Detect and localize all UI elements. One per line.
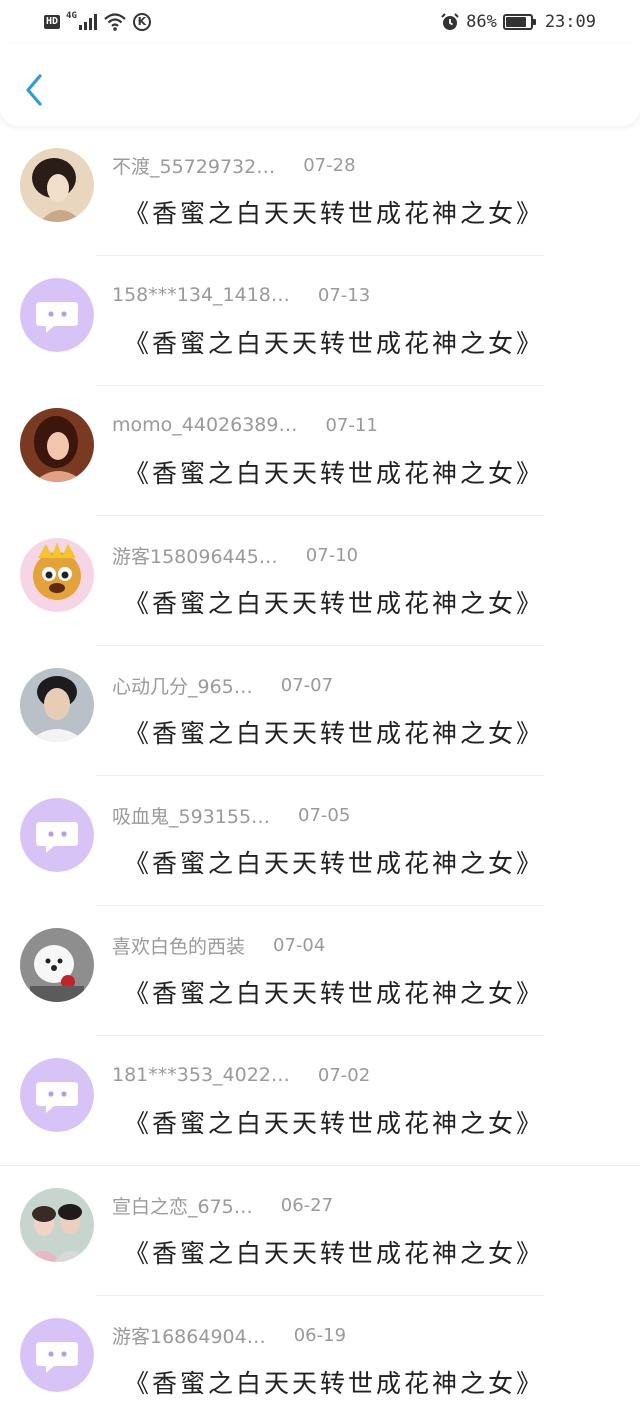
comment-item[interactable]: 158***134_1418… 07-13 《香蜜之白天天转世成花神之女》 xyxy=(0,256,640,386)
status-right: 86% 23:09 xyxy=(440,9,596,35)
comment-item[interactable]: momo_44026389… 07-11 《香蜜之白天天转世成花神之女》 xyxy=(0,386,640,516)
comment-text: 《香蜜之白天天转世成花神之女》 xyxy=(124,719,545,748)
avatar[interactable] xyxy=(20,538,94,612)
signal-icon xyxy=(78,14,97,30)
comment-item[interactable]: 游客158096445… 07-10 《香蜜之白天天转世成花神之女》 xyxy=(0,516,640,646)
chevron-left-icon xyxy=(26,74,42,106)
comment-meta: 不渡_55729732… 07-28 xyxy=(112,152,356,178)
avatar[interactable] xyxy=(20,1318,94,1392)
user-photo xyxy=(20,668,94,742)
comment-item[interactable]: 181***353_4022… 07-02 《香蜜之白天天转世成花神之女》 xyxy=(0,1036,640,1166)
username[interactable]: 喜欢白色的西装 xyxy=(112,932,245,959)
clock: 23:09 xyxy=(544,12,596,32)
username[interactable]: 不渡_55729732… xyxy=(112,152,275,179)
comment-date: 07-11 xyxy=(325,414,378,436)
comment-meta: 游客158096445… 07-10 xyxy=(112,542,358,568)
username[interactable]: 心动几分_965… xyxy=(112,672,253,699)
comment-meta: 游客16864904… 06-19 xyxy=(112,1322,346,1348)
wifi-icon xyxy=(104,13,126,31)
avatar[interactable] xyxy=(20,278,94,352)
comment-text: 《香蜜之白天天转世成花神之女》 xyxy=(124,1369,545,1398)
status-left: HD 4G K xyxy=(44,9,151,35)
alarm-icon xyxy=(441,13,459,30)
avatar[interactable] xyxy=(20,408,94,482)
comment-list: 不渡_55729732… 07-28 《香蜜之白天天转世成花神之女》 158**… xyxy=(0,126,640,1426)
avatar[interactable] xyxy=(20,798,94,872)
default-avatar-icon xyxy=(20,1318,94,1392)
k-app-icon: K xyxy=(132,13,151,31)
username[interactable]: 宣白之恋_675… xyxy=(112,1192,253,1219)
user-photo xyxy=(20,538,94,612)
comment-meta: 吸血鬼_593155… 07-05 xyxy=(112,802,350,828)
comment-meta: momo_44026389… 07-11 xyxy=(112,412,378,438)
user-photo xyxy=(20,928,94,1002)
comment-date: 07-05 xyxy=(298,804,351,826)
comment-item[interactable]: 吸血鬼_593155… 07-05 《香蜜之白天天转世成花神之女》 xyxy=(0,776,640,906)
username[interactable]: 游客158096445… xyxy=(112,542,278,569)
username[interactable]: 158***134_1418… xyxy=(112,284,290,306)
battery-level xyxy=(505,17,527,27)
user-photo xyxy=(20,1188,94,1262)
comment-text: 《香蜜之白天天转世成花神之女》 xyxy=(124,589,545,618)
comment-meta: 158***134_1418… 07-13 xyxy=(112,282,370,308)
username[interactable]: 游客16864904… xyxy=(112,1322,266,1349)
avatar[interactable] xyxy=(20,148,94,222)
top-nav-bar xyxy=(0,44,640,126)
user-photo xyxy=(20,148,94,222)
default-avatar-icon xyxy=(20,798,94,872)
comment-meta: 宣白之恋_675… 06-27 xyxy=(112,1192,333,1218)
avatar[interactable] xyxy=(20,668,94,742)
username[interactable]: 吸血鬼_593155… xyxy=(112,802,270,829)
username[interactable]: 181***353_4022… xyxy=(112,1064,290,1086)
comment-meta: 喜欢白色的西装 07-04 xyxy=(112,932,325,958)
battery-icon xyxy=(502,14,536,30)
hd-badge: HD xyxy=(44,15,61,29)
comment-date: 06-27 xyxy=(280,1194,334,1216)
avatar[interactable] xyxy=(20,1058,94,1132)
comment-text: 《香蜜之白天天转世成花神之女》 xyxy=(124,979,545,1008)
network-type: 4G xyxy=(66,11,77,21)
comment-meta: 心动几分_965… 07-07 xyxy=(112,672,333,698)
comment-date: 07-07 xyxy=(280,674,334,696)
comment-date: 07-13 xyxy=(317,284,371,306)
default-avatar-icon xyxy=(20,278,94,352)
comment-item[interactable]: 心动几分_965… 07-07 《香蜜之白天天转世成花神之女》 xyxy=(0,646,640,776)
comment-text: 《香蜜之白天天转世成花神之女》 xyxy=(124,199,545,228)
comment-item[interactable]: 喜欢白色的西装 07-04 《香蜜之白天天转世成花神之女》 xyxy=(0,906,640,1036)
comment-text: 《香蜜之白天天转世成花神之女》 xyxy=(124,1239,545,1268)
comment-item[interactable]: 宣白之恋_675… 06-27 《香蜜之白天天转世成花神之女》 xyxy=(0,1166,640,1296)
comment-item[interactable]: 不渡_55729732… 07-28 《香蜜之白天天转世成花神之女》 xyxy=(0,126,640,256)
status-bar: HD 4G K 86% 23:09 xyxy=(0,0,640,44)
avatar[interactable] xyxy=(20,928,94,1002)
default-avatar-icon xyxy=(20,1058,94,1132)
comment-text: 《香蜜之白天天转世成花神之女》 xyxy=(124,849,545,878)
battery-percent: 86% xyxy=(466,12,497,32)
comment-date: 07-28 xyxy=(303,154,356,176)
comment-text: 《香蜜之白天天转世成花神之女》 xyxy=(124,459,545,488)
back-button[interactable] xyxy=(18,70,52,110)
comment-date: 07-02 xyxy=(317,1064,371,1086)
comment-date: 07-10 xyxy=(305,544,359,566)
avatar[interactable] xyxy=(20,1188,94,1262)
comment-meta: 181***353_4022… 07-02 xyxy=(112,1062,370,1088)
user-photo xyxy=(20,408,94,482)
comment-item[interactable]: 游客16864904… 06-19 《香蜜之白天天转世成花神之女》 xyxy=(0,1296,640,1426)
comment-date: 06-19 xyxy=(293,1324,347,1346)
comment-text: 《香蜜之白天天转世成花神之女》 xyxy=(124,1109,545,1138)
comment-date: 07-04 xyxy=(273,934,326,956)
username[interactable]: momo_44026389… xyxy=(112,414,297,436)
comment-text: 《香蜜之白天天转世成花神之女》 xyxy=(124,329,545,358)
